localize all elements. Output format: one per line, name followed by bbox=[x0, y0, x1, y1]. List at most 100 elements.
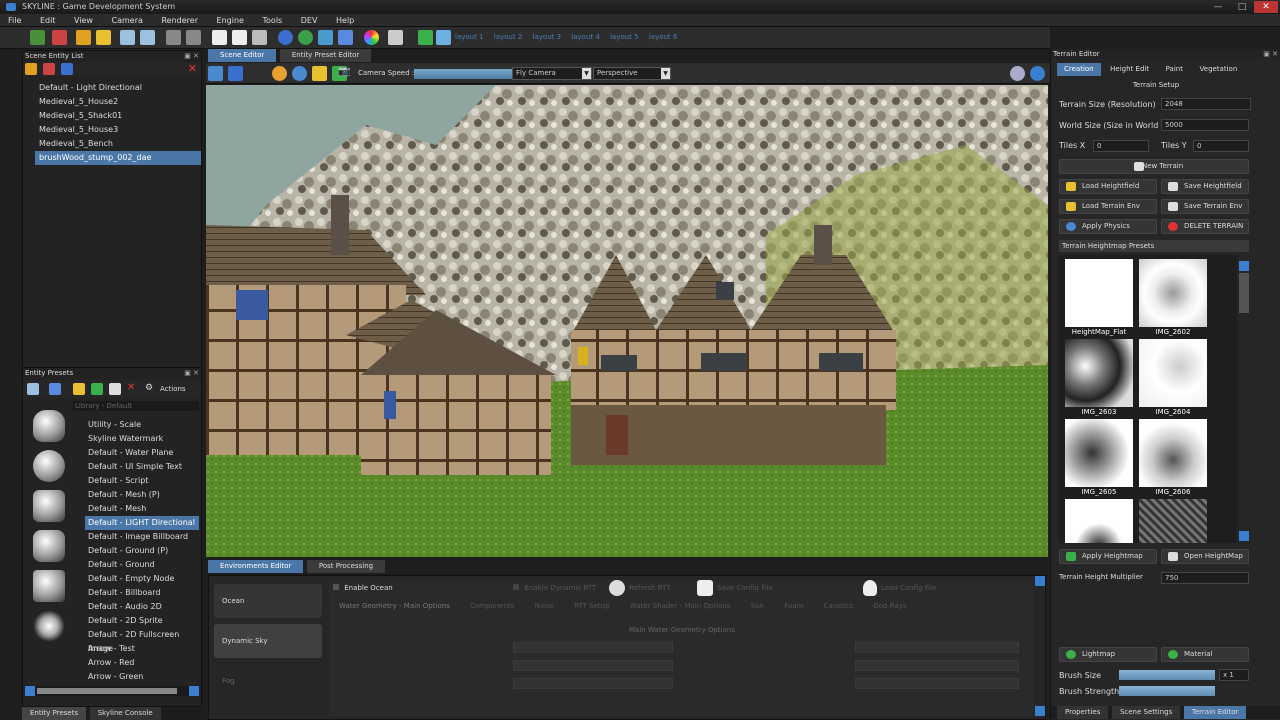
tab-creation[interactable]: Creation bbox=[1057, 63, 1101, 76]
tab-noise[interactable]: Noise bbox=[535, 602, 554, 610]
tab-terrain-editor[interactable]: Terrain Editor bbox=[1183, 706, 1247, 719]
refresh-icon[interactable] bbox=[609, 580, 625, 596]
actions-label[interactable]: Actions bbox=[160, 385, 186, 393]
list-item[interactable]: Default - Mesh (P) bbox=[85, 488, 199, 502]
projected-grid-select[interactable] bbox=[855, 642, 1019, 653]
paste-icon[interactable] bbox=[232, 30, 247, 45]
list-item[interactable]: Default - Mesh bbox=[85, 502, 199, 516]
library-dropdown[interactable]: Library - Default bbox=[73, 401, 199, 411]
list-item[interactable]: Default - 2D Fullscreen Image bbox=[85, 628, 199, 653]
heightmap-thumb[interactable] bbox=[1139, 419, 1207, 487]
load-config-icon[interactable] bbox=[863, 580, 877, 596]
scroll-down-icon[interactable] bbox=[1035, 706, 1045, 716]
heightmap-thumb[interactable] bbox=[1139, 259, 1207, 327]
snap-icon[interactable] bbox=[272, 66, 287, 81]
apply-physics-button[interactable]: Apply Physics bbox=[1059, 219, 1157, 234]
geometry-field[interactable] bbox=[855, 660, 1019, 671]
paint-icon[interactable] bbox=[388, 30, 403, 45]
tab-sun[interactable]: Sun bbox=[751, 602, 764, 610]
new-terrain-button[interactable]: New Terrain bbox=[1059, 159, 1249, 174]
save-config-label[interactable]: Save Config File bbox=[717, 584, 773, 592]
scroll-up-icon[interactable] bbox=[1035, 576, 1045, 586]
red-tool-icon[interactable] bbox=[52, 30, 67, 45]
list-item[interactable]: Default - Billboard bbox=[85, 586, 199, 600]
redo-icon[interactable] bbox=[186, 30, 201, 45]
geometry-field[interactable] bbox=[513, 642, 673, 653]
menu-view[interactable]: View bbox=[66, 14, 101, 27]
tab-skyline-console[interactable]: Skyline Console bbox=[89, 707, 161, 720]
layout-1[interactable]: layout 1 bbox=[455, 33, 484, 41]
open-heightmap-button[interactable]: Open HeightMap bbox=[1161, 549, 1249, 564]
layout-2[interactable]: layout 2 bbox=[494, 33, 523, 41]
enable-ocean-checkbox[interactable]: Enable Ocean bbox=[333, 584, 393, 592]
menu-file[interactable]: File bbox=[0, 14, 29, 27]
tab-scene-settings[interactable]: Scene Settings bbox=[1111, 706, 1181, 719]
list-item[interactable]: Default - Image Billboard bbox=[85, 530, 199, 544]
tab-rtt-setup[interactable]: RTT Setup bbox=[574, 602, 609, 610]
panel-close-icon[interactable]: ▣ ✕ bbox=[184, 368, 199, 378]
list-item[interactable]: Medieval_5_House3 bbox=[35, 123, 201, 137]
shield-icon[interactable] bbox=[73, 383, 85, 395]
list-item[interactable]: Default - Light Directional bbox=[35, 81, 201, 95]
list-item[interactable]: Arrow - Test bbox=[85, 642, 199, 656]
tab-vegetation[interactable]: Vegetation bbox=[1193, 63, 1245, 76]
load-config-label[interactable]: Load Config File bbox=[881, 584, 936, 592]
list-item[interactable]: Default - Audio 2D bbox=[85, 600, 199, 614]
minimize-button[interactable]: — bbox=[1206, 1, 1230, 13]
heightmap-thumb[interactable] bbox=[1139, 339, 1207, 407]
list-item[interactable]: Default - Water Plane bbox=[85, 446, 199, 460]
tab-caustics[interactable]: Caustics bbox=[824, 602, 853, 610]
list-item[interactable]: Medieval_5_Shack01 bbox=[35, 109, 201, 123]
document-icon[interactable] bbox=[120, 30, 135, 45]
geometry-field[interactable] bbox=[855, 678, 1019, 689]
tab-properties[interactable]: Properties bbox=[1057, 706, 1109, 719]
delete-preset-icon[interactable]: ✕ bbox=[127, 382, 135, 393]
open-folder-icon[interactable] bbox=[76, 30, 91, 45]
menu-engine[interactable]: Engine bbox=[209, 14, 252, 27]
list-item-selected[interactable]: Default - LIGHT Directional bbox=[85, 516, 199, 530]
projection-select[interactable]: Perspective ▼ bbox=[593, 67, 671, 80]
geometry-field[interactable] bbox=[513, 660, 673, 671]
list-item[interactable]: Medieval_5_Bench bbox=[35, 137, 201, 151]
save-terrain-env-button[interactable]: Save Terrain Env bbox=[1161, 199, 1249, 214]
layout-6[interactable]: layout 6 bbox=[649, 33, 678, 41]
tiles-x-input[interactable]: 0 bbox=[1093, 140, 1149, 152]
load-heightfield-button[interactable]: Load Heightfield bbox=[1059, 179, 1157, 194]
camera-mode-select[interactable]: Fly Camera ▼ bbox=[512, 67, 592, 80]
heightmap-thumb[interactable] bbox=[1065, 499, 1133, 543]
color-wheel-icon[interactable] bbox=[364, 30, 379, 45]
tab-god-rays[interactable]: God Rays bbox=[873, 602, 906, 610]
list-item[interactable]: Default - Empty Node bbox=[85, 572, 199, 586]
heightmap-thumb-flat[interactable] bbox=[1065, 259, 1133, 327]
folder-icon[interactable] bbox=[25, 63, 37, 75]
tab-entity-presets[interactable]: Entity Presets bbox=[22, 707, 87, 720]
env-item-ocean[interactable]: Ocean bbox=[214, 584, 322, 618]
copy-preset-icon[interactable] bbox=[109, 383, 121, 395]
panel-close-icon[interactable]: ▣ ✕ bbox=[1263, 49, 1278, 59]
copy-icon[interactable] bbox=[212, 30, 227, 45]
menu-help[interactable]: Help bbox=[328, 14, 362, 27]
menu-camera[interactable]: Camera bbox=[104, 14, 151, 27]
list-item[interactable]: Default - 2D Sprite bbox=[85, 614, 199, 628]
scene-viewport[interactable] bbox=[206, 85, 1048, 557]
tab-water-geometry[interactable]: Water Geometry - Main Options bbox=[339, 602, 450, 610]
camera-speed-slider[interactable] bbox=[414, 69, 514, 79]
menu-renderer[interactable]: Renderer bbox=[153, 14, 206, 27]
list-item[interactable]: Arrow - Red bbox=[85, 656, 199, 670]
delete-entity-icon[interactable]: ✕ bbox=[188, 62, 197, 75]
edit-document-icon[interactable] bbox=[140, 30, 155, 45]
list-item-selected[interactable]: brushWood_stump_002_dae bbox=[35, 151, 201, 165]
tab-post-processing[interactable]: Post Processing bbox=[306, 560, 386, 573]
heightmap-thumb[interactable] bbox=[1065, 419, 1133, 487]
heightmap-thumb[interactable] bbox=[1139, 499, 1207, 543]
menu-edit[interactable]: Edit bbox=[32, 14, 64, 27]
rotate-icon[interactable] bbox=[278, 30, 293, 45]
list-item[interactable]: Default - UI Simple Text bbox=[85, 460, 199, 474]
list-item[interactable]: Skyline Watermark bbox=[85, 432, 199, 446]
play-icon[interactable] bbox=[1030, 66, 1045, 81]
monitor-icon[interactable] bbox=[436, 30, 451, 45]
delete-terrain-button[interactable]: DELETE TERRAIN bbox=[1161, 219, 1249, 234]
globe-icon[interactable] bbox=[292, 66, 307, 81]
camera-icon[interactable]: 📷 bbox=[338, 66, 350, 81]
undo-icon[interactable] bbox=[166, 30, 181, 45]
